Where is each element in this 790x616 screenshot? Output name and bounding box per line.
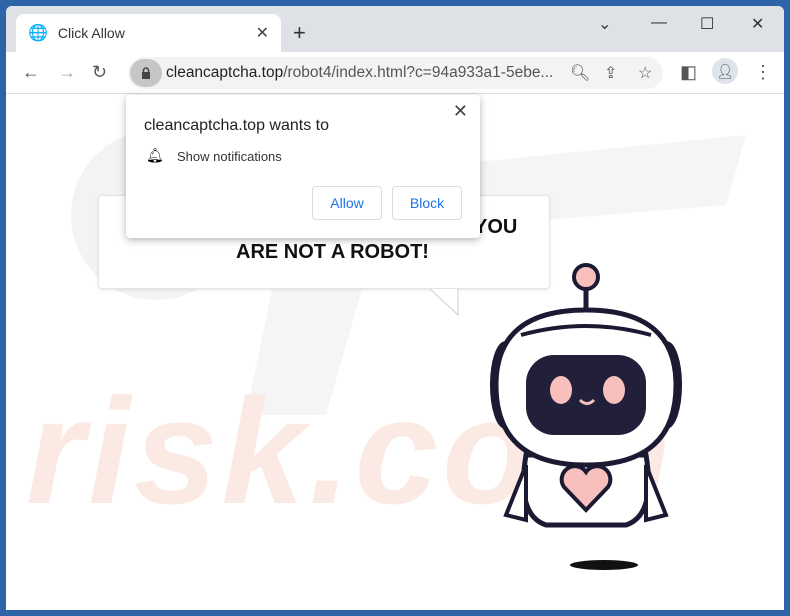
permission-label: Show notifications [177, 149, 282, 164]
allow-button[interactable]: Allow [312, 186, 382, 220]
bubble-tail [430, 288, 459, 317]
close-tab-icon[interactable]: ✕ [256, 23, 269, 43]
page-content: risk.com YOU ARE NOT A ROBOT! ✕ cleancap… [6, 95, 784, 610]
tab-click-allow[interactable]: 🌐 Click Allow ✕ [16, 14, 281, 52]
message-line-2: ARE NOT A ROBOT! [236, 241, 429, 263]
new-tab-button[interactable]: + [293, 20, 306, 46]
side-panel-icon[interactable]: ◧ [680, 62, 697, 83]
zoom-icon[interactable]: 🔍︎ [570, 63, 590, 83]
tab-bar: 🌐 Click Allow ✕ + ⌄ — ☐ ✕ [6, 6, 784, 52]
browser-window: 🌐 Click Allow ✕ + ⌄ — ☐ ✕ ← → ↻ cleancap… [6, 6, 784, 610]
notification-permission-popup: ✕ cleancaptcha.top wants to 🔔︎ Show noti… [126, 95, 480, 238]
reload-icon[interactable]: ↻ [92, 62, 107, 83]
block-button[interactable]: Block [392, 186, 462, 220]
maximize-button[interactable]: ☐ [700, 14, 714, 34]
toolbar: ← → ↻ cleancaptcha.top/robot4/index.html… [6, 52, 784, 94]
profile-avatar-icon[interactable]: 👤︎ [712, 58, 738, 84]
message-line-1: YOU [474, 216, 518, 238]
close-window-button[interactable]: ✕ [751, 14, 764, 34]
tab-title: Click Allow [57, 25, 125, 41]
popup-heading: cleancaptcha.top wants to [144, 117, 330, 134]
minimize-button[interactable]: — [651, 14, 667, 32]
bookmark-star-icon[interactable]: ☆ [638, 63, 652, 83]
close-popup-icon[interactable]: ✕ [453, 101, 468, 122]
menu-icon[interactable]: ⋮ [754, 62, 772, 83]
share-icon[interactable]: ⇪ [604, 63, 617, 83]
lock-icon[interactable] [130, 59, 162, 87]
address-bar[interactable]: cleancaptcha.top/robot4/index.html?c=94a… [128, 57, 663, 89]
robot-illustration [490, 263, 682, 570]
url-text[interactable]: cleancaptcha.top/robot4/index.html?c=94a… [166, 64, 553, 82]
back-icon[interactable]: ← [22, 62, 40, 83]
tab-search-icon[interactable]: ⌄ [598, 14, 611, 34]
globe-icon: 🌐 [28, 25, 48, 42]
forward-icon[interactable]: → [58, 62, 76, 83]
bell-icon: 🔔︎ [146, 147, 164, 163]
